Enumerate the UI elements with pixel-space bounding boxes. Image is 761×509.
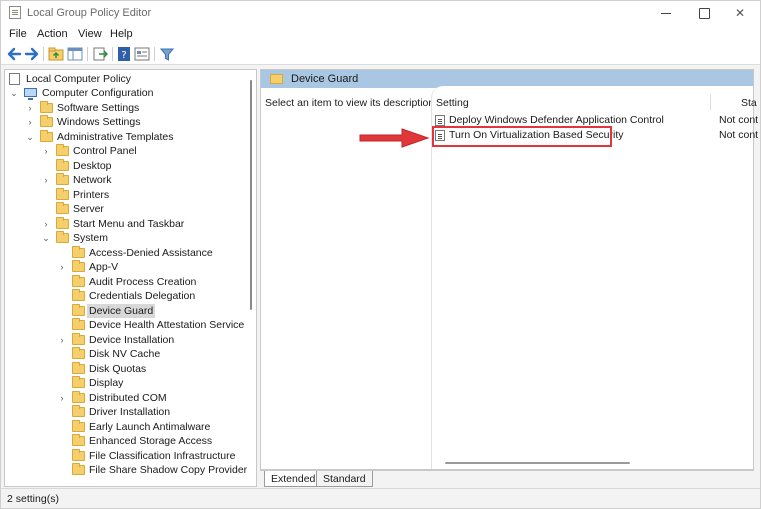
policy-document-icon [9,73,20,85]
chevron-right-icon[interactable]: › [57,333,67,347]
highlight-box [432,126,612,147]
chevron-down-icon[interactable]: ⌄ [25,130,35,144]
folder-icon [72,376,85,388]
back-arrow-icon[interactable] [6,46,22,62]
tab-standard[interactable]: Standard [316,471,373,487]
properties-icon[interactable] [134,46,150,62]
horizontal-scrollbar[interactable] [445,462,630,464]
chevron-down-icon[interactable]: ⌄ [41,231,51,245]
menu-file[interactable]: File [9,28,27,40]
folder-icon [72,463,85,475]
chevron-right-icon[interactable]: › [57,391,67,405]
maximize-button[interactable] [685,1,723,25]
app-window: Local Group Policy Editor ✕ File Action … [0,0,761,509]
folder-icon [270,74,283,84]
computer-icon [24,88,37,100]
chevron-right-icon[interactable]: › [25,101,35,115]
up-folder-icon[interactable] [48,46,64,62]
tree-scrollbar[interactable] [248,70,256,486]
folder-icon [72,275,85,287]
folder-icon [56,159,69,171]
details-pane: Device Guard Select an item to view its … [260,69,758,470]
column-header-state[interactable]: Sta [741,97,757,109]
title-bar: Local Group Policy Editor ✕ [1,1,760,25]
red-arrow-annotation [359,128,430,148]
folder-icon [72,449,85,461]
view-tabs: Extended Standard [260,470,754,487]
policy-setting-icon [435,115,445,126]
toolbar: ? [1,43,760,65]
folder-icon [72,347,85,359]
chevron-right-icon[interactable]: › [57,260,67,274]
minimize-button[interactable] [647,1,685,25]
chevron-right-icon[interactable]: › [41,144,51,158]
folder-icon [40,130,53,142]
close-button[interactable]: ✕ [721,1,759,25]
chevron-right-icon[interactable]: › [41,173,51,187]
folder-icon [72,246,85,258]
settings-list[interactable]: Setting Sta Deploy Windows Defender Appl… [431,86,758,469]
filter-icon[interactable] [159,46,175,62]
description-text: Select an item to view its description. [265,97,438,109]
tab-extended[interactable]: Extended [264,471,323,487]
folder-icon [72,318,85,330]
folder-icon [56,217,69,229]
folder-icon [72,405,85,417]
chevron-down-icon[interactable]: ⌄ [9,86,19,100]
folder-icon [72,362,85,374]
tree-scrollbar-thumb[interactable] [250,80,252,310]
column-header-setting[interactable]: Setting [436,97,469,109]
menu-action[interactable]: Action [37,28,68,40]
folder-icon [40,101,53,113]
app-icon [9,6,21,19]
status-bar: 2 setting(s) [1,488,760,508]
folder-icon [72,391,85,403]
menu-help[interactable]: Help [110,28,133,40]
svg-text:?: ? [121,50,126,61]
folder-icon [72,289,85,301]
folder-icon [56,202,69,214]
folder-icon [72,304,85,316]
folder-icon [56,188,69,200]
window-title: Local Group Policy Editor [27,7,152,19]
details-header-title: Device Guard [291,73,359,85]
forward-arrow-icon[interactable] [24,46,40,62]
folder-icon [56,144,69,156]
tree-pane[interactable]: Local Computer Policy ⌄ Computer Configu… [4,69,257,487]
export-list-icon[interactable] [92,46,108,62]
chevron-right-icon[interactable]: › [25,115,35,129]
folder-icon [40,115,53,127]
folder-icon [56,231,69,243]
setting-state: Not cont [719,114,759,126]
folder-icon [72,434,85,446]
column-divider[interactable] [710,94,711,110]
status-text: 2 setting(s) [7,493,59,505]
folder-icon [56,173,69,185]
help-icon[interactable]: ? [116,46,132,62]
menu-bar: File Action View Help [1,25,760,43]
show-hide-tree-icon[interactable] [67,46,83,62]
setting-state: Not cont [719,129,759,141]
chevron-right-icon[interactable]: › [41,217,51,231]
folder-icon [72,260,85,272]
folder-icon [72,333,85,345]
folder-icon [72,420,85,432]
menu-view[interactable]: View [78,28,102,40]
